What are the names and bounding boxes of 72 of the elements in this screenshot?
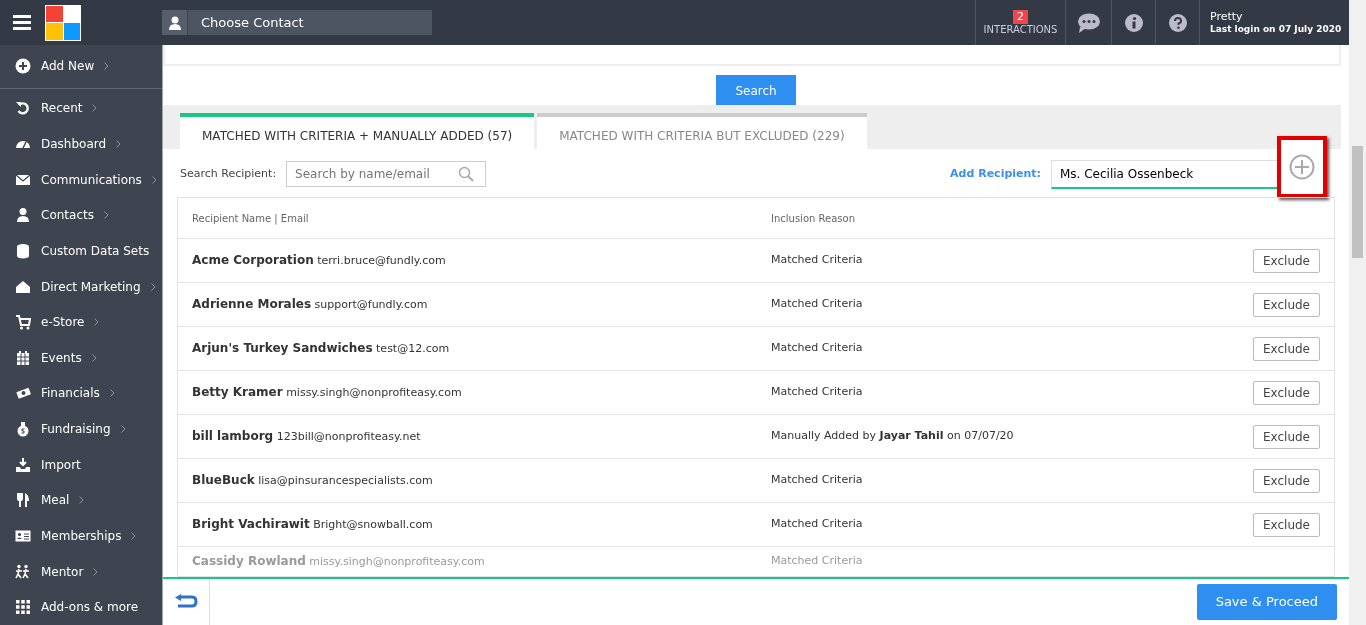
contact-chooser[interactable]: Choose Contact [162,10,432,35]
sidebar-item[interactable]: Financials [0,375,162,412]
exclude-button[interactable]: Exclude [1253,424,1320,449]
sidebar-item[interactable]: Memberships [0,518,162,554]
exclude-button[interactable]: Exclude [1253,292,1320,317]
sidebar-item[interactable]: Communications [0,161,162,198]
reason-cell-text: Matched Criteria [771,384,864,401]
column-header: Inclusion Reason [771,211,856,226]
scrollbar[interactable] [1349,0,1366,625]
exclude-button[interactable]: Exclude [1253,248,1320,273]
grid-icon [15,599,31,616]
search-icon [458,166,475,183]
recipient-cell-text: Bright Vachirawit Bright@snowball.com [192,516,434,534]
chat-icon[interactable] [1076,12,1101,33]
running-people-icon [15,563,31,580]
add-recipient-field[interactable]: Ms. Cecilia Ossenbeck [1051,159,1277,189]
exclude-button[interactable]: Exclude [1253,468,1320,493]
exclude-button[interactable]: Exclude [1253,380,1320,405]
recipient-cell-text: Cassidy Rowland missy.singh@nonprofiteasy.com [192,553,486,571]
exclude-button[interactable]: Exclude [1253,512,1320,537]
sidebar-item[interactable]: Mentor [0,553,162,590]
sidebar-item[interactable]: Dashboard [0,126,162,162]
undo-icon [15,100,31,117]
recipient-cell-text: bill lamborg 123bill@nonprofiteasy.net [192,428,422,446]
calendar-icon [15,349,31,366]
help-icon[interactable] [1168,13,1187,32]
recipient-cell-text: Acme Corporation terri.bruce@fundly.com [192,252,447,270]
person-icon [167,15,182,30]
logo-icon[interactable] [45,4,81,41]
scrollbar-thumb[interactable] [1352,146,1363,258]
info-icon[interactable] [1124,13,1143,32]
sidebar-item[interactable]: e-Store [0,304,162,340]
house-icon [15,278,31,295]
cart-icon [15,314,31,331]
reason-cell-text: Matched Criteria [771,553,864,570]
money-bag-icon [15,421,31,437]
database-icon [15,242,31,259]
reason-cell-text: Matched Criteria [771,252,864,269]
sidebar-item[interactable]: Custom Data Sets [0,233,162,269]
recipient-cell-text: Adrienne Morales support@fundly.com [192,296,429,314]
recipient-cell-text: Arjun's Turkey Sandwiches test@12.com [192,340,451,358]
back-icon[interactable] [174,594,198,610]
tab[interactable]: MATCHED WITH CRITERIA BUT EXCLUDED (229) [537,112,867,149]
plus-icon [1289,154,1315,181]
reason-cell-text: Matched Criteria [771,472,864,489]
recipient-cell-text: BlueBuck lisa@pinsurancespecialists.com [192,472,434,490]
download-tray-icon [15,456,31,473]
money-icon [15,385,31,402]
search-label: Search Recipient: [180,166,277,183]
sidebar-item[interactable]: Contacts [0,197,162,234]
sidebar-item[interactable]: Import [0,446,162,483]
add-button[interactable] [1277,136,1327,199]
sidebar-item[interactable]: Meal [0,482,162,519]
tab[interactable]: MATCHED WITH CRITERIA + MANUALLY ADDED (57) [180,112,535,149]
add-recipient-label: Add Recipient: [950,166,1041,183]
utensils-icon [15,492,31,509]
search-field[interactable]: Search by name/email [286,161,487,188]
plus-circle-icon [15,58,31,75]
reason-cell-text: Matched Criteria [771,516,864,533]
exclude-button[interactable]: Exclude [1253,336,1320,361]
sidebar-item[interactable]: Recent [0,90,162,127]
menu-icon[interactable] [13,15,31,30]
reason-cell-text: Matched Criteria [771,296,864,313]
sidebar-item[interactable]: Direct Marketing [0,268,162,305]
sidebar-item[interactable]: Events [0,339,162,376]
sidebar-item[interactable]: Add-ons & more [0,589,162,625]
column-header: Recipient Name | Email [192,211,310,226]
sidebar-item[interactable]: Fundraising [0,411,162,447]
reason-cell-text: Manually Added by Jayar Tahil on 07/07/20 [771,428,1015,445]
recipient-cell-text: Betty Kramer missy.singh@nonprofiteasy.com [192,384,463,402]
person-icon [15,207,31,224]
reason-cell-text: Matched Criteria [771,340,864,357]
